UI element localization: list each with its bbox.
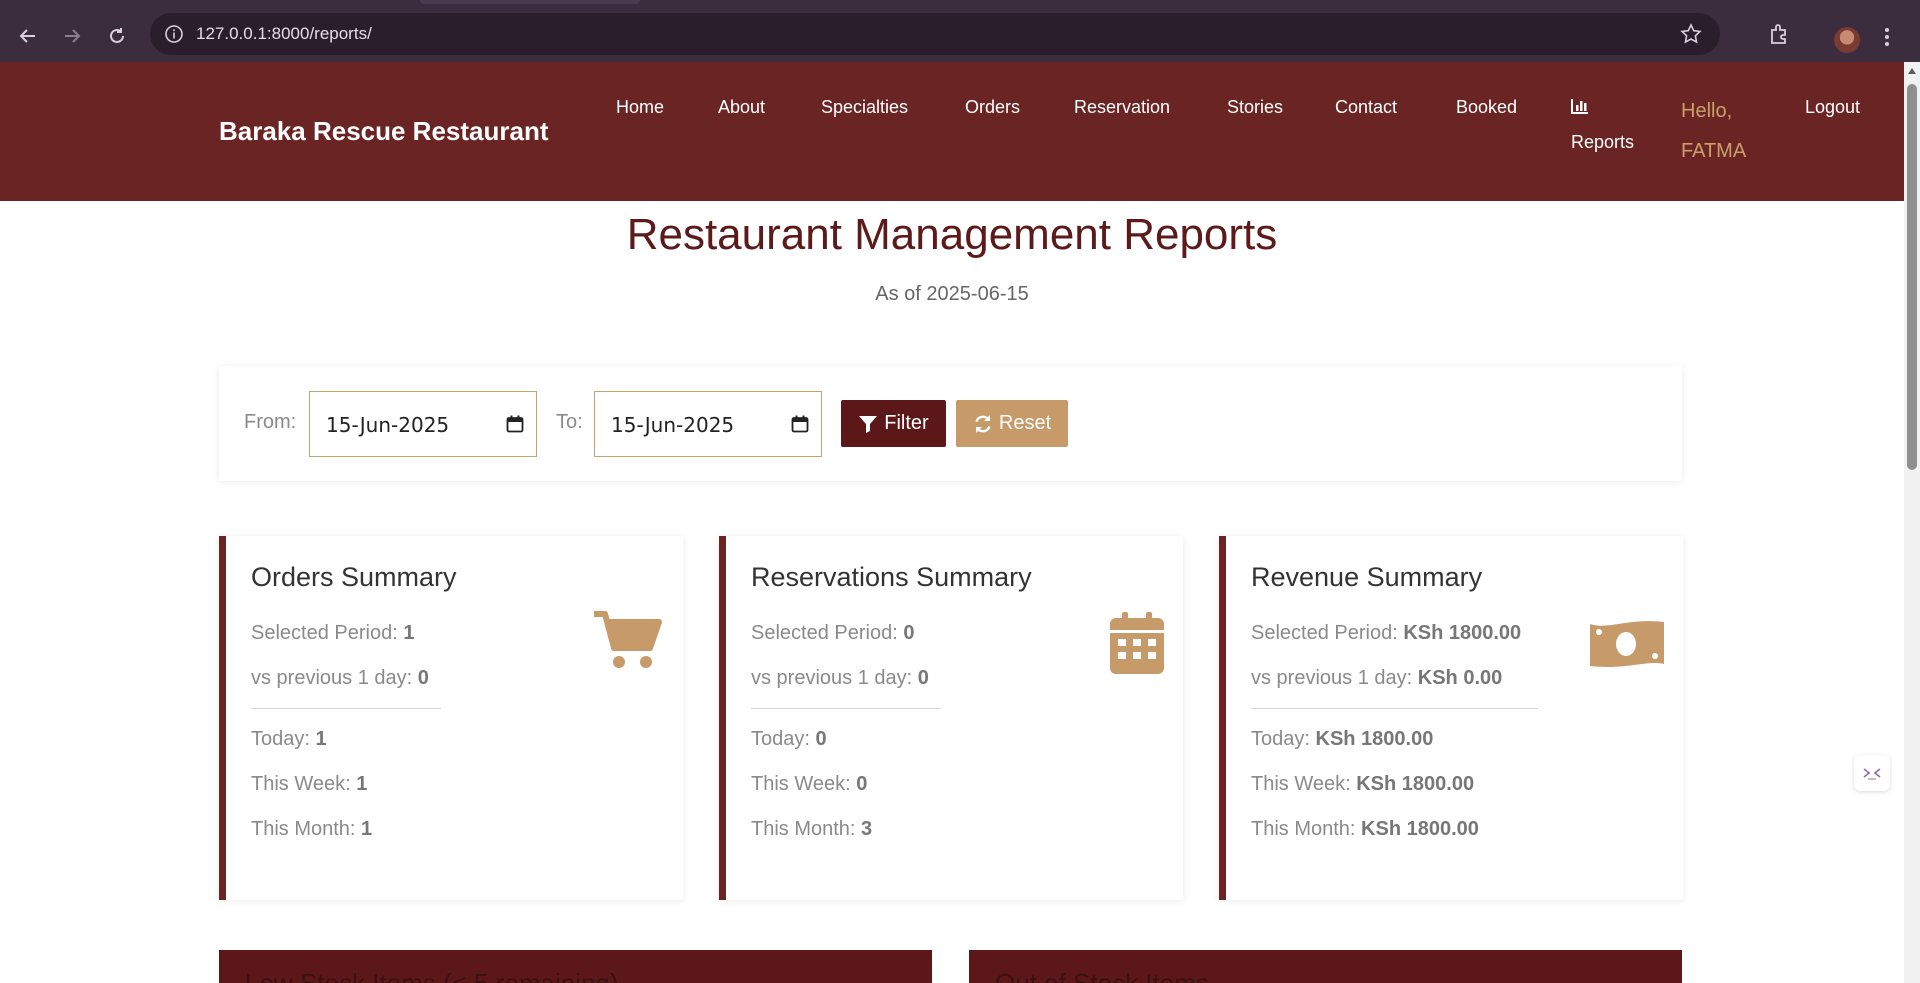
revenue-selected-value: KSh 1800.00 [1403, 622, 1522, 644]
nav-about[interactable]: About [718, 97, 765, 118]
revenue-today-row: Today: KSh 1800.00 [1251, 728, 1434, 750]
divider [251, 708, 441, 709]
orders-selected-value: 1 [403, 622, 415, 644]
orders-today-row: Today: 1 [251, 728, 327, 750]
from-label: From: [244, 411, 297, 433]
reload-icon [110, 28, 124, 43]
from-date-value: 15-Jun-2025 [326, 413, 450, 437]
orders-month-value: 1 [361, 818, 373, 840]
bar-chart-icon [1571, 99, 1588, 114]
reservations-today-value: 0 [815, 728, 827, 750]
page-title: Restaurant Management Reports [626, 210, 1278, 259]
nav-home[interactable]: Home [616, 97, 664, 118]
forward-arrow-icon [65, 29, 81, 43]
site-info-icon[interactable] [164, 24, 184, 44]
money-icon [1590, 621, 1664, 667]
to-date-value: 15-Jun-2025 [611, 413, 735, 437]
reset-button[interactable]: Reset [956, 400, 1068, 447]
browser-menu-icon[interactable] [1884, 26, 1890, 48]
reservations-week-value: 0 [856, 773, 868, 795]
username-text: FATMA [1681, 140, 1747, 162]
orders-previous-row: vs previous 1 day: 0 [251, 667, 429, 689]
filter-button-label: Filter [884, 412, 929, 434]
nav-stories[interactable]: Stories [1227, 97, 1283, 118]
revenue-selected-row: Selected Period: KSh 1800.00 [1251, 622, 1522, 644]
brand-logo-text[interactable]: Baraka Rescue Restaurant [219, 116, 549, 147]
refresh-icon [975, 414, 991, 433]
to-date-input[interactable]: 15-Jun-2025 [594, 391, 822, 457]
revenue-month-row: This Month: KSh 1800.00 [1251, 818, 1479, 840]
from-date-input[interactable]: 15-Jun-2025 [309, 391, 537, 457]
out-of-stock-panel-title: Out of Stock Items [995, 968, 1209, 983]
back-button[interactable] [13, 21, 43, 51]
orders-month-row: This Month: 1 [251, 818, 373, 840]
reservations-today-row: Today: 0 [751, 728, 827, 750]
to-label: To: [556, 411, 583, 433]
reservations-month-row: This Month: 3 [751, 818, 873, 840]
reservations-selected-row: Selected Period: 0 [751, 622, 915, 644]
nav-reservation[interactable]: Reservation [1074, 97, 1170, 118]
reservations-previous-row: vs previous 1 day: 0 [751, 667, 929, 689]
revenue-summary-card: Revenue Summary Selected Period: KSh 180… [1219, 536, 1683, 900]
revenue-month-value: KSh 1800.00 [1361, 818, 1479, 840]
nav-orders[interactable]: Orders [965, 97, 1020, 118]
revenue-today-value: KSh 1800.00 [1315, 728, 1434, 750]
orders-week-value: 1 [356, 773, 368, 795]
browser-toolbar: 127.0.0.1:8000/reports/ [0, 8, 1920, 62]
orders-week-row: This Week: 1 [251, 773, 368, 795]
orders-card-title: Orders Summary [251, 562, 457, 592]
filter-button[interactable]: Filter [841, 400, 946, 447]
reservations-month-value: 3 [861, 818, 873, 840]
nav-contact[interactable]: Contact [1335, 97, 1397, 118]
browser-tab[interactable] [420, 0, 640, 4]
reset-button-label: Reset [998, 412, 1052, 434]
scrollbar-thumb[interactable] [1907, 84, 1917, 470]
address-bar[interactable]: 127.0.0.1:8000/reports/ [150, 13, 1720, 55]
revenue-previous-row: vs previous 1 day: KSh 0.00 [1251, 667, 1503, 689]
calendar-picker-icon[interactable] [791, 415, 809, 433]
calendar-picker-icon[interactable] [506, 415, 524, 433]
out-of-stock-panel: Out of Stock Items [969, 950, 1682, 983]
nav-reports[interactable]: Reports [1571, 132, 1634, 153]
cart-icon [594, 611, 662, 668]
orders-selected-row: Selected Period: 1 [251, 622, 415, 644]
hello-greeting: Hello, [1681, 100, 1733, 122]
orders-previous-value: 0 [417, 667, 429, 689]
reservations-previous-value: 0 [917, 667, 929, 689]
extensions-icon[interactable] [1768, 22, 1792, 46]
floating-widget-button[interactable] [1854, 755, 1890, 791]
reservations-week-row: This Week: 0 [751, 773, 868, 795]
revenue-week-value: KSh 1800.00 [1356, 773, 1475, 795]
reservations-card-title: Reservations Summary [751, 562, 1032, 592]
date-filter-card: From: 15-Jun-2025 To: 15-Jun-2025 Filter… [219, 366, 1682, 481]
calendar-icon [1110, 612, 1164, 674]
revenue-card-title: Revenue Summary [1251, 562, 1483, 592]
assistant-widget-icon [1863, 768, 1881, 780]
reservations-selected-value: 0 [903, 622, 915, 644]
orders-summary-card: Orders Summary Selected Period: 1 vs pre… [219, 536, 683, 900]
profile-avatar[interactable] [1834, 27, 1860, 53]
reload-button[interactable] [102, 21, 132, 51]
filter-funnel-icon [859, 415, 878, 433]
bookmark-star-icon[interactable] [1680, 23, 1702, 45]
site-navbar: Baraka Rescue Restaurant Home About Spec… [0, 62, 1904, 201]
page-scrollbar[interactable] [1904, 62, 1920, 983]
low-stock-panel-title: Low Stock Items (< 5 remaining) [245, 968, 619, 983]
orders-today-value: 1 [315, 728, 327, 750]
revenue-week-row: This Week: KSh 1800.00 [1251, 773, 1475, 795]
nav-logout[interactable]: Logout [1805, 97, 1860, 118]
low-stock-panel: Low Stock Items (< 5 remaining) [219, 950, 932, 983]
page-subtitle: As of 2025-06-15 [875, 283, 1029, 305]
revenue-previous-value: KSh 0.00 [1417, 667, 1503, 689]
divider [751, 708, 941, 709]
url-text: 127.0.0.1:8000/reports/ [196, 24, 372, 43]
forward-button[interactable] [57, 21, 87, 51]
reservations-summary-card: Reservations Summary Selected Period: 0 … [719, 536, 1183, 900]
scroll-up-arrow-icon[interactable] [1908, 68, 1916, 74]
divider [1251, 708, 1538, 709]
nav-booked[interactable]: Booked [1456, 97, 1517, 118]
back-arrow-icon [19, 29, 35, 43]
nav-specialties[interactable]: Specialties [821, 97, 908, 118]
